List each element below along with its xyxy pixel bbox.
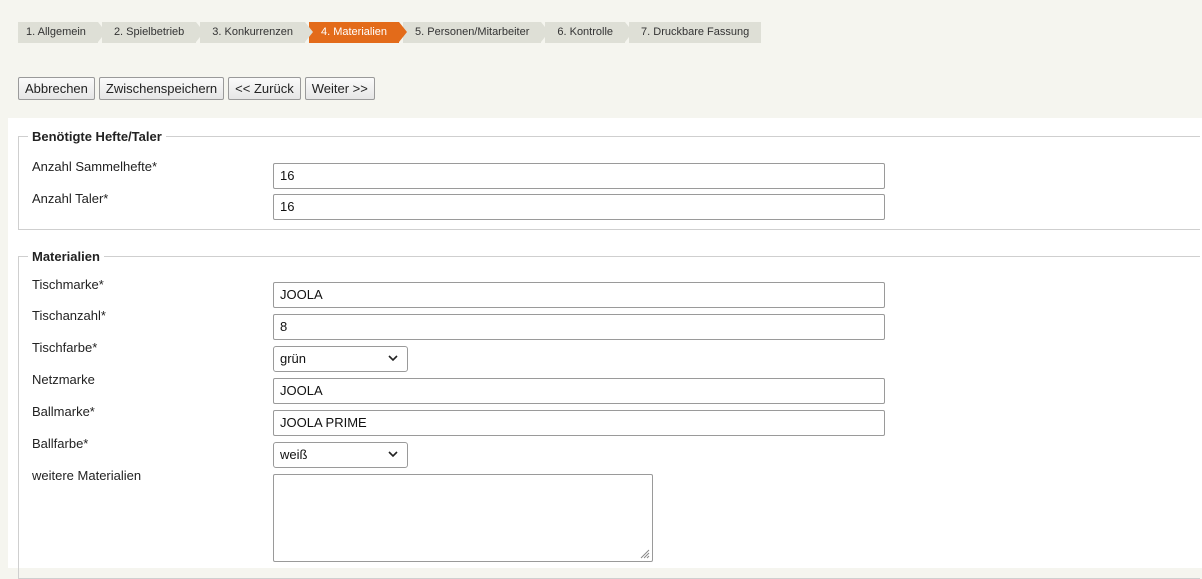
netzmarke-input[interactable]: JOOLA xyxy=(273,378,885,404)
label-ballmarke: Ballmarke* xyxy=(32,404,95,419)
label-ballfarbe: Ballfarbe* xyxy=(32,436,89,451)
label-sammelhefte: Anzahl Sammelhefte* xyxy=(32,159,158,174)
step-konkurrenzen[interactable]: 3. Konkurrenzen xyxy=(200,22,313,43)
label-tischanzahl: Tischanzahl* xyxy=(32,308,106,323)
cancel-button[interactable]: Abbrechen xyxy=(18,77,95,100)
save-draft-button[interactable]: Zwischenspeichern xyxy=(98,77,225,100)
fieldset-materialien: Materialien Tischmarke* JOOLA Tischanzah… xyxy=(18,249,1200,579)
taler-input[interactable]: 16 xyxy=(273,194,885,220)
sammelhefte-input[interactable]: 16 xyxy=(273,163,885,189)
weitere-materialien-textarea[interactable] xyxy=(273,474,653,562)
step-spielbetrieb[interactable]: 2. Spielbetrieb xyxy=(101,22,205,43)
fieldset-hefte-taler: Benötigte Hefte/Taler Anzahl Sammelhefte… xyxy=(18,129,1200,230)
ballfarbe-selected-value: weiß xyxy=(280,447,308,462)
form-content: Benötigte Hefte/Taler Anzahl Sammelhefte… xyxy=(8,118,1202,579)
legend-materialien: Materialien xyxy=(32,249,100,264)
step-materialien[interactable]: 4. Materialien xyxy=(308,22,408,43)
ballfarbe-select[interactable]: weiß xyxy=(273,442,408,468)
chevron-down-icon xyxy=(388,451,398,458)
back-button[interactable]: << Zurück xyxy=(228,77,301,100)
label-weitere-materialien: weitere Materialien xyxy=(32,468,142,483)
wizard-page: 1. Allgemein 2. Spielbetrieb 3. Konkurre… xyxy=(0,0,1202,579)
action-button-bar: Abbrechen Zwischenspeichern << Zurück We… xyxy=(18,77,375,100)
step-personen-mitarbeiter[interactable]: 5. Personen/Mitarbeiter xyxy=(403,22,550,43)
tischfarbe-select[interactable]: grün xyxy=(273,346,408,372)
resize-grip-icon[interactable] xyxy=(638,547,650,559)
legend-hefte-taler: Benötigte Hefte/Taler xyxy=(32,129,162,144)
tischmarke-input[interactable]: JOOLA xyxy=(273,282,885,308)
tischfarbe-selected-value: grün xyxy=(280,351,307,366)
step-druckbare-fassung[interactable]: 7. Druckbare Fassung xyxy=(629,22,762,43)
next-button[interactable]: Weiter >> xyxy=(304,77,375,100)
wizard-stepper: 1. Allgemein 2. Spielbetrieb 3. Konkurre… xyxy=(18,22,765,43)
tischanzahl-input[interactable]: 8 xyxy=(273,314,885,340)
label-tischmarke: Tischmarke* xyxy=(32,277,104,292)
chevron-down-icon xyxy=(388,355,398,362)
label-taler: Anzahl Taler* xyxy=(32,191,109,206)
step-kontrolle[interactable]: 6. Kontrolle xyxy=(545,22,633,43)
label-tischfarbe: Tischfarbe* xyxy=(32,340,98,355)
step-allgemein[interactable]: 1. Allgemein xyxy=(18,22,106,43)
label-netzmarke: Netzmarke xyxy=(32,372,95,387)
ballmarke-input[interactable]: JOOLA PRIME xyxy=(273,410,885,436)
